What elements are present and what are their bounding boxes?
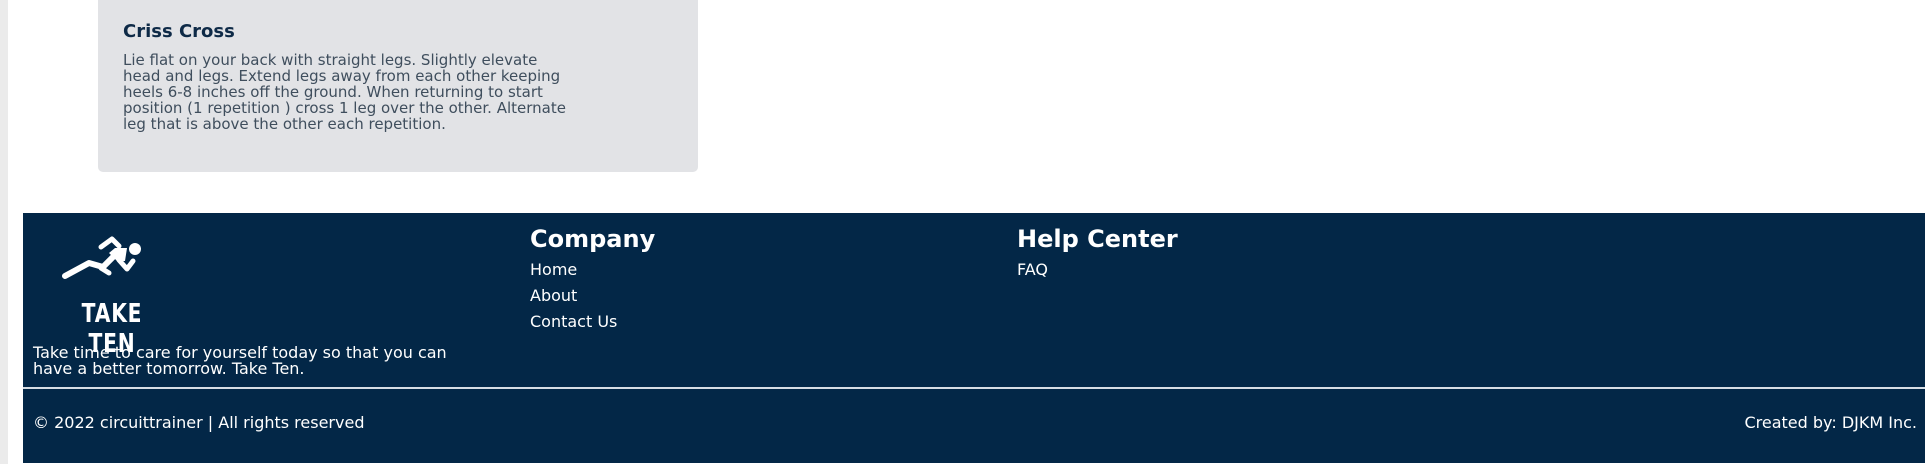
- copyright-text: © 2022 circuittrainer | All rights reser…: [33, 413, 365, 432]
- footer-link-faq[interactable]: FAQ: [1017, 257, 1178, 283]
- exercise-description: Lie flat on your back with straight legs…: [123, 51, 566, 133]
- footer-tagline: Take time to care for yourself today so …: [33, 343, 447, 378]
- exercise-card: Criss Cross Lie flat on your back with s…: [98, 0, 698, 172]
- company-heading: Company: [530, 225, 656, 253]
- company-column: Company Home About Contact Us: [530, 221, 655, 335]
- footer-link-contact-us[interactable]: Contact Us: [530, 309, 655, 335]
- footer-link-about[interactable]: About: [530, 283, 655, 309]
- site-footer: TAKE TEN Take time to care for yourself …: [23, 213, 1925, 463]
- exercise-title: Criss Cross: [123, 21, 235, 42]
- left-edge-strip: [0, 0, 8, 464]
- take-ten-logo[interactable]: TAKE TEN: [57, 233, 167, 359]
- help-center-column: Help Center FAQ: [1017, 221, 1178, 283]
- runner-icon: [62, 236, 141, 279]
- credit-text: Created by: DJKM Inc.: [1744, 413, 1917, 432]
- help-center-heading: Help Center: [1017, 225, 1178, 253]
- footer-link-home[interactable]: Home: [530, 257, 655, 283]
- footer-divider: [23, 387, 1925, 389]
